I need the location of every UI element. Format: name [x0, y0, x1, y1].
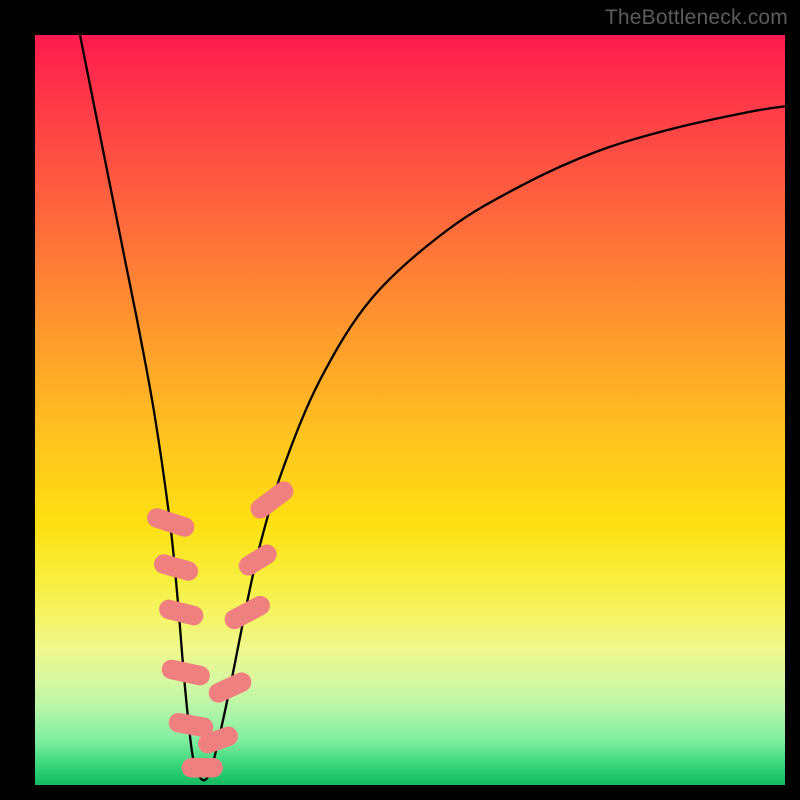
curve-markers — [145, 478, 298, 778]
chart-frame: TheBottleneck.com — [0, 0, 800, 800]
curve-marker — [160, 658, 212, 687]
curve-marker — [205, 669, 254, 706]
curve-marker — [182, 758, 223, 778]
chart-plot-area — [35, 35, 785, 785]
curve-marker — [235, 541, 280, 579]
curve-marker — [157, 598, 205, 628]
chart-svg — [35, 35, 785, 785]
watermark-label: TheBottleneck.com — [605, 6, 788, 30]
curve-marker — [247, 478, 298, 523]
